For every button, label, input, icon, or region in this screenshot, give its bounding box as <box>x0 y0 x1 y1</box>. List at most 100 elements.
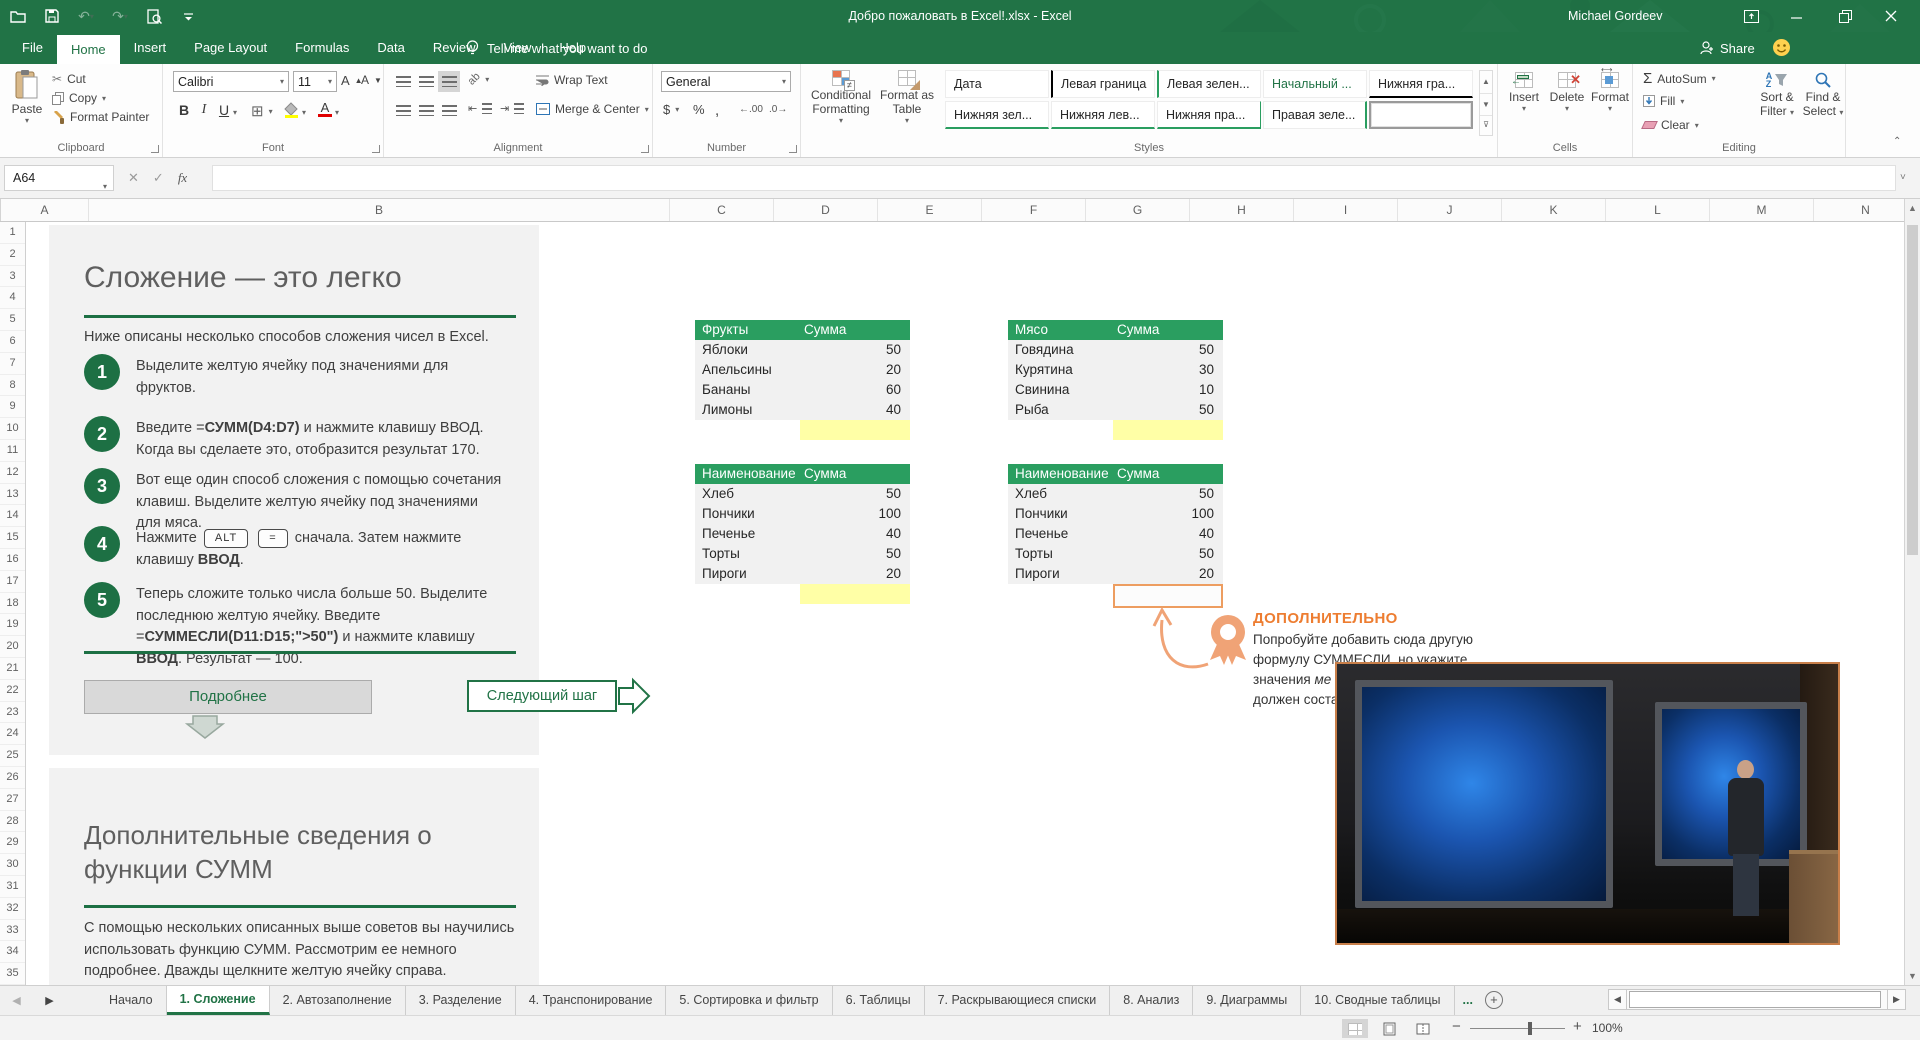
vertical-scrollbar[interactable]: ▲ ▼ <box>1904 199 1920 985</box>
align-right-icon[interactable] <box>438 100 460 121</box>
middle-align-icon[interactable] <box>415 71 437 92</box>
format-painter-button[interactable]: Format Painter <box>52 110 149 124</box>
row-header[interactable]: 15 <box>0 527 25 549</box>
row-header[interactable]: 20 <box>0 636 25 658</box>
table-row[interactable]: Пироги20 <box>1008 564 1223 584</box>
add-sheet-button[interactable]: + <box>1485 991 1503 1009</box>
row-header[interactable]: 7 <box>0 353 25 375</box>
account-name[interactable]: Michael Gordeev <box>1568 0 1663 32</box>
column-header[interactable]: G <box>1086 199 1190 221</box>
font-family-combo[interactable]: Calibri▾ <box>173 71 289 92</box>
cell-style-chip[interactable] <box>1369 101 1473 129</box>
sheet-tab[interactable]: 5. Сортировка и фильтр <box>666 986 832 1015</box>
grow-font-button[interactable]: A▲ <box>341 73 363 88</box>
borders-button[interactable]: ⊞▾ <box>251 102 273 120</box>
copy-button[interactable]: Copy▾ <box>52 91 106 105</box>
sheet-tab[interactable]: 6. Таблицы <box>833 986 925 1015</box>
gallery-up-icon[interactable]: ▲ <box>1480 71 1492 93</box>
ribbon-display-options-icon[interactable] <box>1734 0 1768 32</box>
shrink-font-button[interactable]: A▼ <box>361 73 382 87</box>
font-color-dropdown-icon[interactable]: ▾ <box>335 108 339 117</box>
video-thumbnail[interactable] <box>1335 662 1840 945</box>
align-left-icon[interactable] <box>392 100 414 121</box>
table-row[interactable]: Свинина10 <box>1008 380 1223 400</box>
row-header[interactable]: 17 <box>0 571 25 593</box>
row-header[interactable]: 11 <box>0 440 25 462</box>
sumif-target-cell[interactable] <box>800 584 910 604</box>
column-header[interactable]: L <box>1606 199 1710 221</box>
fill-color-dropdown-icon[interactable]: ▾ <box>302 108 306 117</box>
sheet-tab[interactable]: 4. Транспонирование <box>516 986 667 1015</box>
table-row[interactable]: Пончики100 <box>1008 504 1223 524</box>
row-header[interactable]: 13 <box>0 484 25 506</box>
row-header[interactable]: 16 <box>0 549 25 571</box>
find-select-button[interactable]: Find &Select ▾ <box>1801 72 1845 118</box>
table-row[interactable]: Бананы60 <box>695 380 910 400</box>
row-header[interactable]: 30 <box>0 854 25 876</box>
column-header[interactable]: B <box>89 199 670 221</box>
row-header[interactable]: 19 <box>0 614 25 636</box>
table-row[interactable]: Курятина30 <box>1008 360 1223 380</box>
ribbon-tab[interactable]: Insert <box>120 32 181 64</box>
cell-style-chip[interactable]: Нижняя лев... <box>1051 101 1155 129</box>
gallery-down-icon[interactable]: ▼ <box>1480 93 1492 115</box>
save-icon[interactable] <box>42 6 62 26</box>
column-header[interactable]: C <box>670 199 774 221</box>
top-align-icon[interactable] <box>392 71 414 92</box>
row-header[interactable]: 8 <box>0 375 25 397</box>
clipboard-dialog-launcher[interactable] <box>151 145 159 153</box>
cell-style-chip[interactable]: Нижняя зел... <box>945 101 1049 129</box>
cut-button[interactable]: ✂Cut <box>52 72 86 86</box>
table-row[interactable]: Говядина50 <box>1008 340 1223 360</box>
bold-button[interactable]: B <box>175 102 193 118</box>
select-all-corner[interactable] <box>0 199 1 221</box>
table-row[interactable]: Пироги20 <box>695 564 910 584</box>
horizontal-scroll-thumb[interactable] <box>1629 991 1881 1008</box>
scroll-right-icon[interactable]: ▶ <box>1887 989 1906 1010</box>
tell-me-box[interactable]: Tell me what you want to do <box>466 32 647 64</box>
column-header[interactable]: H <box>1190 199 1294 221</box>
row-header[interactable]: 1 <box>0 222 25 244</box>
format-as-table-button[interactable]: Format asTable▾ <box>877 70 937 125</box>
autosum-button[interactable]: ΣAutoSum▾ <box>1643 70 1716 87</box>
row-header[interactable]: 28 <box>0 811 25 833</box>
comma-style-button[interactable]: , <box>715 102 719 119</box>
row-header[interactable]: 6 <box>0 331 25 353</box>
sum-target-cell-fruits[interactable] <box>800 420 910 440</box>
row-header[interactable]: 21 <box>0 658 25 680</box>
table-row[interactable]: Рыба50 <box>1008 400 1223 420</box>
table-row[interactable]: Пончики100 <box>695 504 910 524</box>
accounting-format-button[interactable]: $▾ <box>663 102 679 117</box>
delete-cells-button[interactable]: ✕ Delete▾ <box>1546 72 1588 113</box>
paste-button[interactable]: Paste ▾ <box>8 70 46 125</box>
decrease-indent-icon[interactable]: ⇤ <box>468 102 492 115</box>
center-icon[interactable] <box>415 100 437 121</box>
column-header[interactable]: E <box>878 199 982 221</box>
zoom-slider-thumb[interactable] <box>1528 1022 1532 1035</box>
share-button[interactable]: Share <box>1700 32 1755 64</box>
column-header[interactable]: A <box>1 199 89 221</box>
orientation-button[interactable]: ab▾ <box>468 73 489 85</box>
page-break-view-icon[interactable] <box>1410 1019 1436 1038</box>
print-preview-icon[interactable] <box>144 6 164 26</box>
column-header[interactable]: M <box>1710 199 1814 221</box>
row-header[interactable]: 35 <box>0 963 25 985</box>
percent-style-button[interactable]: % <box>693 102 705 117</box>
more-details-button[interactable]: Подробнее <box>84 680 372 714</box>
sheet-tab[interactable]: 2. Автозаполнение <box>270 986 406 1015</box>
column-header[interactable]: D <box>774 199 878 221</box>
minimize-icon[interactable] <box>1780 0 1814 32</box>
scroll-left-icon[interactable]: ◀ <box>1608 989 1627 1010</box>
sheet-tab[interactable]: 8. Анализ <box>1110 986 1193 1015</box>
row-header[interactable]: 10 <box>0 418 25 440</box>
ribbon-tab[interactable]: File <box>8 32 57 64</box>
page-layout-view-icon[interactable] <box>1376 1019 1402 1038</box>
row-header[interactable]: 4 <box>0 287 25 309</box>
table-row[interactable]: Печенье40 <box>695 524 910 544</box>
open-icon[interactable] <box>8 6 28 26</box>
font-size-combo[interactable]: 11▾ <box>293 71 337 92</box>
row-header[interactable]: 12 <box>0 462 25 484</box>
row-header[interactable]: 26 <box>0 767 25 789</box>
table-row[interactable]: Лимоны40 <box>695 400 910 420</box>
row-header[interactable]: 5 <box>0 309 25 331</box>
